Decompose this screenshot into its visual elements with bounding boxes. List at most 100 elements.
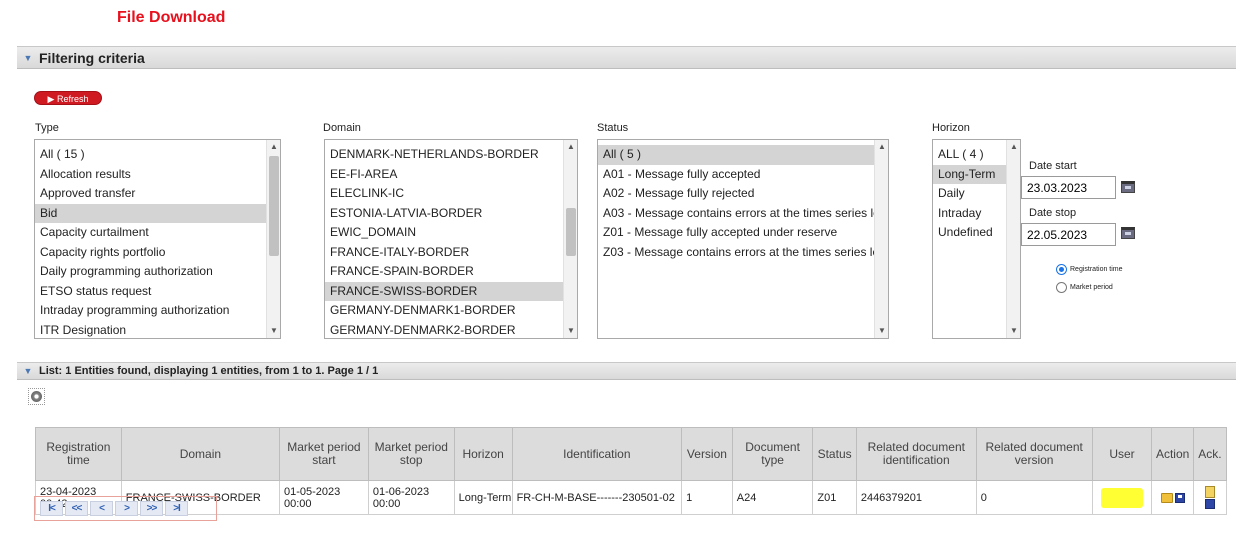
chevron-down-icon: ▼ xyxy=(23,366,33,376)
cell-action xyxy=(1151,480,1194,515)
radio-unchecked-icon[interactable] xyxy=(1056,282,1067,293)
type-option[interactable]: Bid xyxy=(35,203,280,223)
cell-market-start: 01-05-2023 00:00 xyxy=(278,480,369,515)
scroll-up-icon[interactable]: ▲ xyxy=(267,141,280,153)
status-option[interactable]: Z03 - Message contains errors at the tim… xyxy=(598,243,888,263)
domain-option[interactable]: EE-FI-AREA xyxy=(325,165,577,185)
domain-label: Domain xyxy=(323,122,361,134)
save-icon[interactable] xyxy=(1174,492,1185,503)
date-start-label: Date start xyxy=(1029,160,1077,172)
next-page-button[interactable]: > xyxy=(115,501,138,516)
list-header[interactable]: ▼ List: 1 Entities found, displaying 1 e… xyxy=(17,362,1236,380)
cell-version: 1 xyxy=(681,480,733,515)
domain-option[interactable]: GERMANY-DENMARK1-BORDER xyxy=(325,301,577,321)
domain-option[interactable]: GERMANY-DENMARK2-BORDER xyxy=(325,321,577,339)
status-scrollbar[interactable]: ▲ ▼ xyxy=(874,140,888,338)
type-option[interactable]: Capacity curtailment xyxy=(35,223,280,243)
type-option[interactable]: Daily programming authorization xyxy=(35,262,280,282)
column-header[interactable]: Identification xyxy=(511,427,683,481)
status-listbox[interactable]: All ( 5 ) A01 - Message fully accepted A02… xyxy=(597,139,889,339)
column-header[interactable]: Status xyxy=(812,427,857,481)
prev-page-button[interactable]: < xyxy=(90,501,113,516)
column-header[interactable]: Version xyxy=(681,427,733,481)
domain-option[interactable]: DENMARK-NETHERLANDS-BORDER xyxy=(325,145,577,165)
type-option[interactable]: ITR Designation xyxy=(35,321,280,339)
column-header[interactable]: Action xyxy=(1151,427,1194,481)
radio-market-period[interactable]: Market period xyxy=(1056,282,1113,293)
domain-scrollbar[interactable]: ▲ ▼ xyxy=(563,140,577,338)
domain-listbox[interactable]: DENMARK-NETHERLANDS-BORDER EE-FI-AREA ELEC… xyxy=(324,139,578,339)
type-option[interactable]: Intraday programming authorization xyxy=(35,301,280,321)
type-option[interactable]: Approved transfer xyxy=(35,184,280,204)
domain-option[interactable]: FRANCE-SWISS-BORDER xyxy=(325,281,577,301)
scroll-down-icon[interactable]: ▼ xyxy=(564,325,577,337)
column-header[interactable]: Horizon xyxy=(453,427,513,481)
table-header-row: Registration time Domain Market period sta… xyxy=(35,427,1228,481)
column-header[interactable]: Related document identification xyxy=(855,427,977,481)
type-option[interactable]: Allocation results xyxy=(35,165,280,185)
fast-back-button[interactable]: << xyxy=(65,501,88,516)
last-page-button[interactable]: >I xyxy=(165,501,188,516)
calendar-icon[interactable] xyxy=(1121,181,1135,193)
scroll-thumb[interactable] xyxy=(566,208,576,256)
column-header[interactable]: Related document version xyxy=(975,427,1093,481)
scroll-up-icon[interactable]: ▲ xyxy=(1007,141,1020,153)
scroll-up-icon[interactable]: ▲ xyxy=(875,141,888,153)
horizon-label: Horizon xyxy=(932,122,970,134)
status-option[interactable]: A03 - Message contains errors at the tim… xyxy=(598,204,888,224)
scroll-thumb[interactable] xyxy=(269,156,279,256)
ack-document-icon[interactable] xyxy=(1204,485,1216,510)
cell-related-id: 2446379201 xyxy=(855,480,977,515)
radio-registration-label: Registration time xyxy=(1070,266,1123,273)
domain-option[interactable]: ELECLINK-IC xyxy=(325,184,577,204)
column-header[interactable]: User xyxy=(1091,427,1153,481)
scroll-down-icon[interactable]: ▼ xyxy=(1007,325,1020,337)
fast-forward-button[interactable]: >> xyxy=(140,501,163,516)
domain-option[interactable]: FRANCE-SPAIN-BORDER xyxy=(325,262,577,282)
list-summary: List: 1 Entities found, displaying 1 ent… xyxy=(39,365,379,377)
cell-document-type: A24 xyxy=(731,480,814,515)
type-option[interactable]: All ( 15 ) xyxy=(35,145,280,165)
gear-icon[interactable] xyxy=(28,388,45,405)
chevron-down-icon: ▼ xyxy=(23,52,33,63)
calendar-icon[interactable] xyxy=(1121,227,1135,239)
pagination: I< << < > >> >I xyxy=(34,496,217,521)
type-scrollbar[interactable]: ▲ ▼ xyxy=(266,140,280,338)
domain-option[interactable]: FRANCE-ITALY-BORDER xyxy=(325,243,577,263)
type-label: Type xyxy=(35,122,59,134)
status-option[interactable]: Z01 - Message fully accepted under reser… xyxy=(598,223,888,243)
column-header[interactable]: Market period start xyxy=(278,427,369,481)
domain-option[interactable]: ESTONIA-LATVIA-BORDER xyxy=(325,204,577,224)
user-highlight xyxy=(1101,487,1143,508)
date-start-input[interactable] xyxy=(1021,176,1116,199)
horizon-scrollbar[interactable]: ▲ ▼ xyxy=(1006,140,1020,338)
radio-market-label: Market period xyxy=(1070,284,1113,291)
cell-market-stop: 01-06-2023 00:00 xyxy=(367,480,455,515)
type-listbox[interactable]: All ( 15 ) Allocation results Approved tra… xyxy=(34,139,281,339)
filtering-criteria-header[interactable]: ▼ Filtering criteria xyxy=(17,46,1236,69)
column-header[interactable]: Domain xyxy=(120,427,280,481)
type-option[interactable]: ETSO status request xyxy=(35,282,280,302)
refresh-button[interactable]: ▶ Refresh xyxy=(34,91,102,105)
domain-option[interactable]: EWIC_DOMAIN xyxy=(325,223,577,243)
column-header[interactable]: Document type xyxy=(731,427,814,481)
status-option[interactable]: All ( 5 ) xyxy=(598,145,888,165)
cell-horizon: Long-Term xyxy=(453,480,513,515)
status-option[interactable]: A02 - Message fully rejected xyxy=(598,184,888,204)
status-option[interactable]: A01 - Message fully accepted xyxy=(598,165,888,185)
first-page-button[interactable]: I< xyxy=(40,501,63,516)
cell-user xyxy=(1091,480,1153,515)
cell-identification: FR-CH-M-BASE-------230501-02 xyxy=(511,480,683,515)
column-header[interactable]: Market period stop xyxy=(367,427,455,481)
column-header[interactable]: Registration time xyxy=(35,427,122,481)
radio-registration-time[interactable]: Registration time xyxy=(1056,264,1123,275)
open-folder-icon[interactable] xyxy=(1160,492,1173,503)
column-header[interactable]: Ack. xyxy=(1192,427,1228,481)
type-option[interactable]: Capacity rights portfolio xyxy=(35,243,280,263)
scroll-down-icon[interactable]: ▼ xyxy=(875,325,888,337)
scroll-down-icon[interactable]: ▼ xyxy=(267,325,280,337)
date-stop-input[interactable] xyxy=(1021,223,1116,246)
scroll-up-icon[interactable]: ▲ xyxy=(564,141,577,153)
horizon-listbox[interactable]: ALL ( 4 ) Long-Term Daily Intraday Undefined… xyxy=(932,139,1021,339)
radio-checked-icon[interactable] xyxy=(1056,264,1067,275)
